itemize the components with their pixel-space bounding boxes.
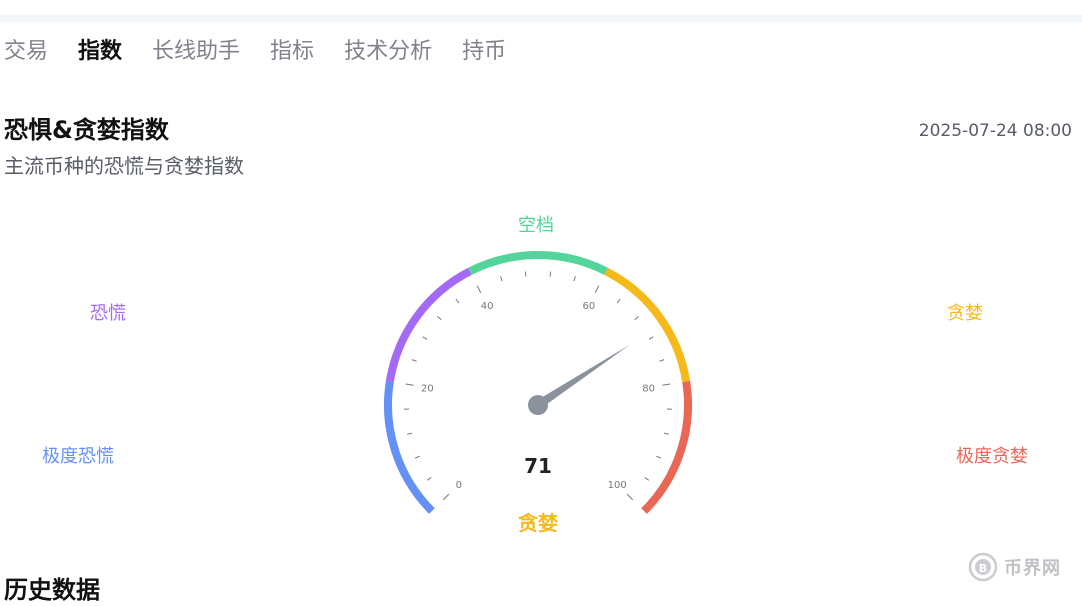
fear-greed-gauge: 0 20 40 60 80 100 71 贪婪 — [0, 0, 1082, 597]
gauge-minor-tick — [423, 337, 427, 340]
gauge-status-label: 贪婪 — [518, 511, 558, 535]
gauge-major-tick — [595, 286, 599, 293]
gauge-needle — [536, 345, 630, 409]
gauge-tick-label: 60 — [582, 301, 595, 312]
gauge-segment-2 — [470, 255, 606, 271]
svg-text:B: B — [979, 562, 987, 575]
gauge-tick-label: 0 — [456, 480, 462, 491]
gauge-value: 71 — [524, 454, 552, 478]
watermark: B 币界网 — [968, 552, 1061, 582]
gauge-major-tick — [627, 494, 633, 500]
gauge-minor-tick — [664, 433, 669, 434]
gauge-major-tick — [406, 384, 414, 385]
gauge-minor-tick — [456, 299, 459, 303]
gauge-tick-label: 40 — [481, 301, 494, 312]
gauge-tick-label: 80 — [642, 383, 655, 394]
gauge-tick-label: 100 — [608, 480, 627, 491]
gauge-minor-tick — [407, 433, 412, 434]
gauge-minor-tick — [656, 456, 661, 458]
gauge-minor-tick — [427, 478, 431, 481]
gauge-segment-4 — [644, 382, 688, 512]
coin-logo-icon: B — [968, 552, 998, 582]
gauge-segment-1 — [390, 271, 470, 381]
gauge-minor-tick — [574, 276, 575, 281]
gauge-minor-tick — [617, 299, 620, 303]
gauge-minor-tick — [412, 360, 417, 362]
gauge-needle-hub — [528, 395, 548, 415]
gauge-minor-tick — [645, 478, 649, 481]
gauge-minor-tick — [415, 456, 420, 458]
gauge-major-tick — [662, 384, 670, 385]
gauge-minor-tick — [659, 360, 664, 362]
watermark-text: 币界网 — [1004, 554, 1061, 580]
gauge-major-tick — [477, 286, 481, 293]
gauge-minor-tick — [649, 337, 653, 340]
gauge-minor-tick — [501, 276, 502, 281]
gauge-minor-tick — [635, 316, 639, 319]
history-section-title: 历史数据 — [4, 574, 100, 606]
gauge-minor-tick — [437, 316, 441, 319]
gauge-segment-3 — [606, 271, 686, 381]
gauge-major-tick — [443, 494, 449, 500]
gauge-segment-0 — [388, 382, 432, 512]
gauge-tick-label: 20 — [421, 383, 434, 394]
